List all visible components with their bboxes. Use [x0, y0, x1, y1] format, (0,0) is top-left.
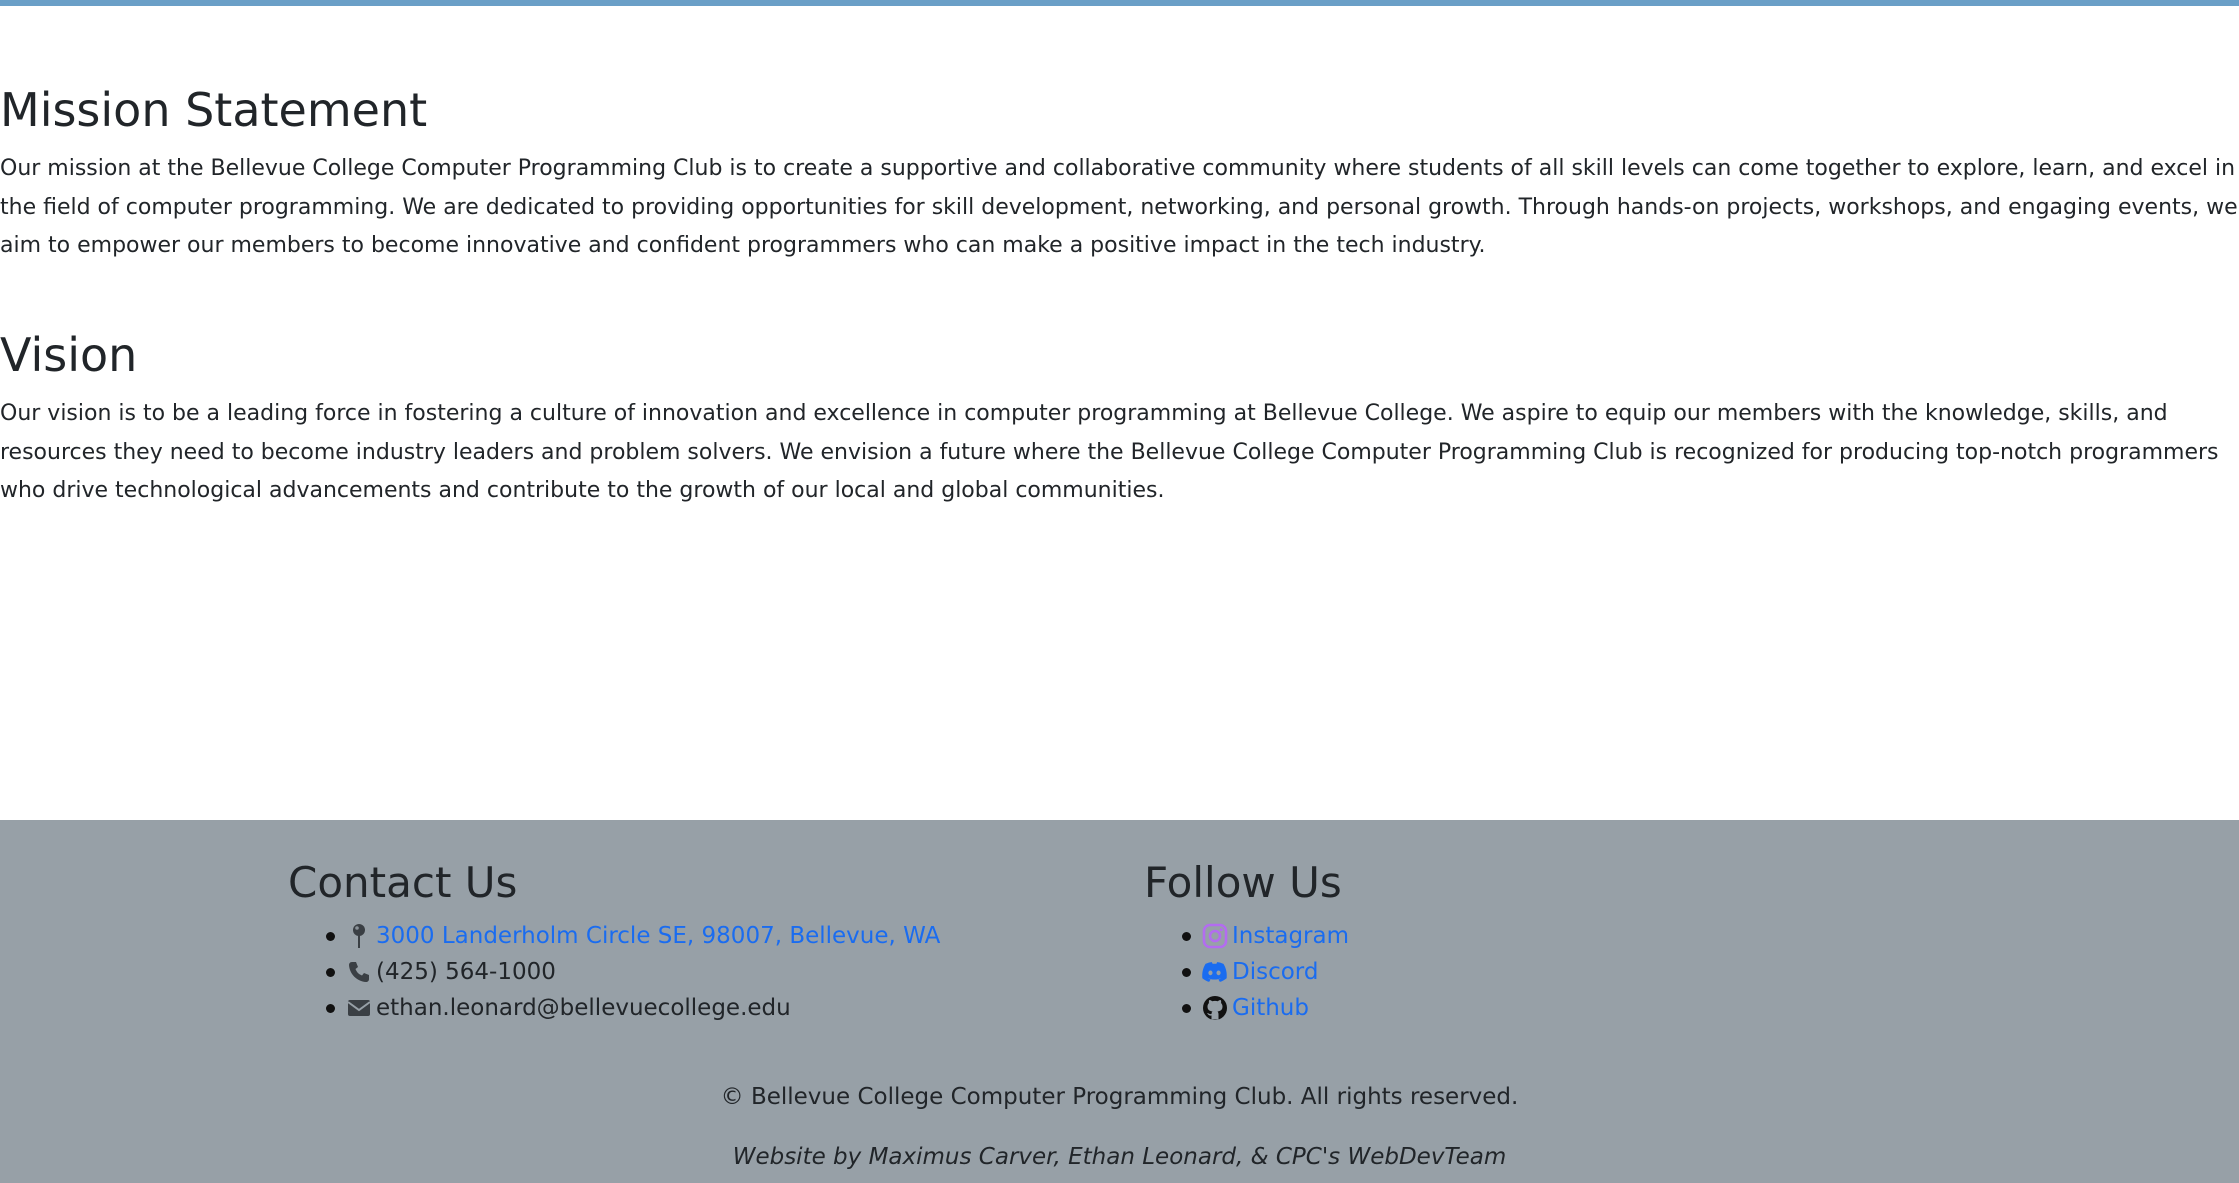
follow-heading: Follow Us: [1144, 858, 1342, 907]
mission-heading: Mission Statement: [0, 83, 428, 137]
credits-text: Website by Maximus Carver, Ethan Leonard…: [732, 1144, 1507, 1170]
contact-heading: Contact Us: [288, 858, 518, 907]
social-item-instagram: Instagram: [1144, 918, 1349, 954]
social-list: Instagram Discord Github: [1144, 918, 1349, 1026]
instagram-icon: [1201, 923, 1228, 950]
contact-item-phone: (425) 564-1000: [288, 954, 940, 990]
contact-section: Contact Us 3000 Landerholm Circle SE, 98…: [288, 858, 940, 1026]
social-item-discord: Discord: [1144, 954, 1349, 990]
map-pin-icon: [345, 923, 372, 950]
discord-icon: [1201, 959, 1228, 986]
top-accent-bar: [0, 0, 2239, 6]
github-icon: [1201, 995, 1228, 1022]
github-link[interactable]: Github: [1232, 990, 1309, 1026]
address-link[interactable]: 3000 Landerholm Circle SE, 98007, Bellev…: [376, 918, 940, 954]
follow-section: Follow Us Instagram Discord Github: [1144, 858, 1349, 1026]
phone-number: (425) 564-1000: [376, 959, 556, 985]
vision-paragraph: Our vision is to be a leading force in f…: [0, 401, 2219, 503]
mission-paragraph: Our mission at the Bellevue College Comp…: [0, 156, 2238, 258]
contact-item-address: 3000 Landerholm Circle SE, 98007, Bellev…: [288, 918, 940, 954]
discord-link[interactable]: Discord: [1232, 954, 1318, 990]
instagram-link[interactable]: Instagram: [1232, 918, 1349, 954]
phone-icon: [345, 959, 372, 986]
envelope-icon: [345, 995, 372, 1022]
footer: Contact Us 3000 Landerholm Circle SE, 98…: [0, 820, 2239, 1183]
social-item-github: Github: [1144, 990, 1349, 1026]
email-address: ethan.leonard@bellevuecollege.edu: [376, 995, 791, 1021]
contact-list: 3000 Landerholm Circle SE, 98007, Bellev…: [288, 918, 940, 1026]
vision-heading: Vision: [0, 328, 138, 382]
contact-item-email: ethan.leonard@bellevuecollege.edu: [288, 990, 940, 1026]
copyright-text: © Bellevue College Computer Programming …: [720, 1084, 1519, 1110]
